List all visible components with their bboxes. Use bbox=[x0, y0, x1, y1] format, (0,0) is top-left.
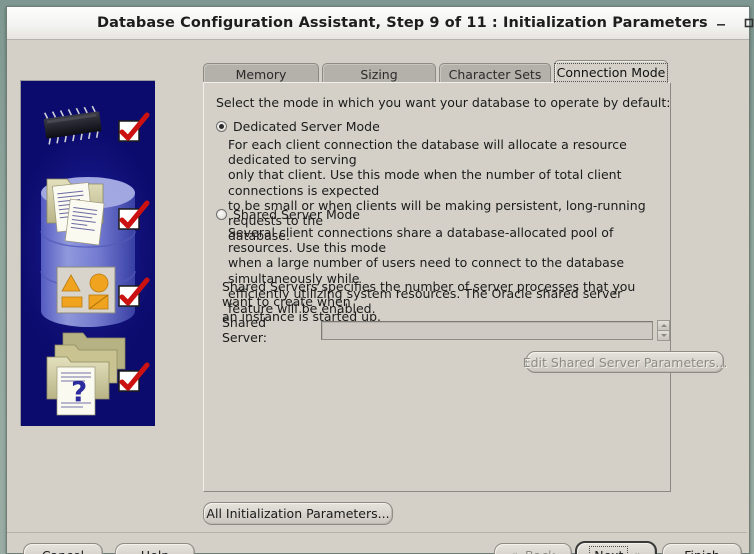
back-label: Back bbox=[525, 548, 555, 554]
shared-server-input[interactable] bbox=[321, 320, 654, 340]
help-button[interactable]: Help bbox=[115, 543, 195, 554]
back-button[interactable]: « Back bbox=[494, 543, 572, 554]
tab-memory[interactable]: Memory bbox=[203, 63, 319, 84]
illustration-graphic: ? bbox=[21, 81, 155, 426]
tab-character-sets-label: Character Sets bbox=[448, 66, 542, 82]
tab-sizing[interactable]: Sizing bbox=[322, 63, 436, 84]
tab-connection-mode-label: Connection Mode bbox=[553, 62, 669, 82]
tab-sizing-label: Sizing bbox=[360, 66, 398, 82]
shared-server-field-row: Shared Server: bbox=[222, 315, 670, 345]
tab-character-sets[interactable]: Character Sets bbox=[439, 63, 551, 84]
tab-strip: Memory Sizing Character Sets Connection … bbox=[203, 60, 671, 84]
all-initialization-parameters-button[interactable]: All Initialization Parameters... bbox=[203, 502, 393, 525]
back-mnemonic: B bbox=[525, 548, 534, 554]
radio-shared-label: Shared Server Mode bbox=[233, 207, 361, 222]
next-button[interactable]: Next » bbox=[575, 541, 657, 554]
svg-text:?: ? bbox=[71, 375, 87, 408]
window-body: ? Memory Sizing Character Sets Connectio… bbox=[7, 40, 749, 554]
shapes-icon bbox=[56, 266, 116, 314]
finish-label-rest: inish bbox=[690, 548, 719, 554]
window-controls bbox=[708, 12, 754, 34]
back-label-rest: ack bbox=[534, 548, 556, 554]
next-label: Next bbox=[589, 545, 629, 554]
edit-shared-server-parameters-button[interactable]: Edit Shared Server Parameters... bbox=[523, 351, 727, 373]
minimize-icon[interactable] bbox=[708, 12, 734, 34]
radio-dedicated-label: Dedicated Server Mode bbox=[233, 119, 380, 134]
next-arrow-icon: » bbox=[634, 549, 641, 554]
wizard-footer: Cancel Help « Back Next » Finish bbox=[7, 532, 747, 554]
radio-dedicated-server-mode[interactable]: Dedicated Server Mode bbox=[216, 119, 380, 134]
radio-dedicated-indicator[interactable] bbox=[216, 121, 227, 132]
shared-server-stepper[interactable] bbox=[657, 319, 670, 341]
cancel-button[interactable]: Cancel bbox=[23, 543, 103, 554]
next-label-rest: ext bbox=[604, 548, 624, 554]
radio-shared-server-mode[interactable]: Shared Server Mode bbox=[216, 207, 360, 222]
panel-intro-text: Select the mode in which you want your d… bbox=[216, 95, 671, 110]
dbca-window: Database Configuration Assistant, Step 9… bbox=[6, 6, 753, 554]
finish-label: Finish bbox=[684, 548, 720, 554]
window-title: Database Configuration Assistant, Step 9… bbox=[97, 15, 708, 31]
shared-server-label: Shared Server: bbox=[222, 315, 267, 345]
database-configuration-illustration: ? bbox=[20, 80, 155, 426]
radio-shared-indicator[interactable] bbox=[216, 209, 227, 220]
tab-memory-label: Memory bbox=[235, 66, 287, 82]
stepper-down-icon[interactable] bbox=[658, 330, 669, 340]
tab-connection-mode[interactable]: Connection Mode bbox=[553, 60, 669, 83]
back-arrow-icon: « bbox=[511, 549, 518, 554]
connection-mode-panel: Select the mode in which you want your d… bbox=[203, 82, 727, 492]
stepper-up-icon[interactable] bbox=[658, 320, 669, 331]
maximize-icon[interactable] bbox=[736, 12, 754, 34]
next-mnemonic: N bbox=[594, 548, 603, 554]
title-bar: Database Configuration Assistant, Step 9… bbox=[7, 7, 753, 40]
finish-button[interactable]: Finish bbox=[662, 543, 742, 554]
screen: Database Configuration Assistant, Step 9… bbox=[0, 0, 754, 554]
